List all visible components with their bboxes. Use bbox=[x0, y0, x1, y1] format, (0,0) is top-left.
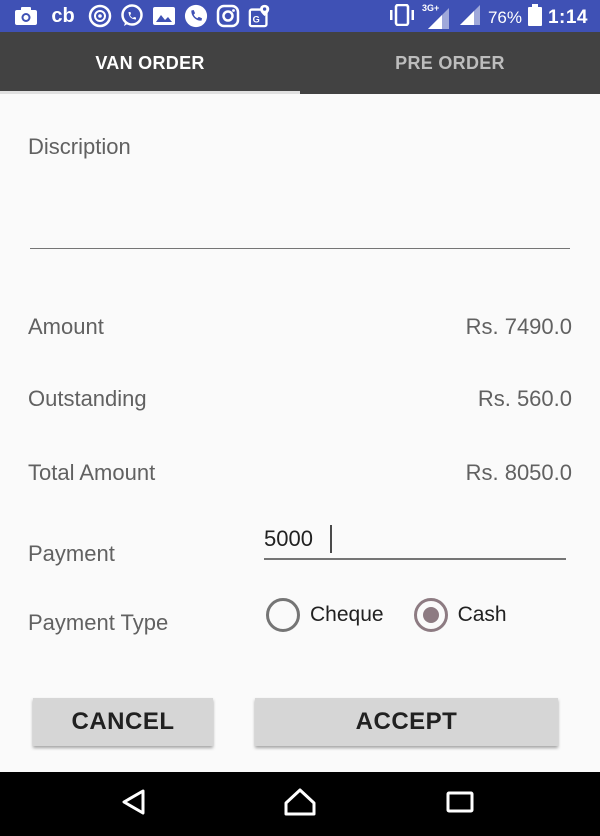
recents-button[interactable] bbox=[440, 788, 480, 820]
radio-cash-label: Cash bbox=[457, 603, 507, 626]
phone-icon bbox=[184, 4, 208, 28]
total-amount-value: Rs. 8050.0 bbox=[465, 460, 572, 485]
whatsapp-icon bbox=[120, 4, 144, 28]
navigation-bar bbox=[0, 772, 600, 836]
battery-percent: 76% bbox=[487, 7, 522, 27]
description-underline bbox=[30, 248, 570, 249]
back-button[interactable] bbox=[114, 788, 154, 820]
tab-van-order[interactable]: VAN ORDER bbox=[0, 32, 300, 94]
total-amount-label: Total Amount bbox=[28, 460, 156, 485]
tab-bar: VAN ORDER PRE ORDER bbox=[0, 32, 600, 94]
amount-value: Rs. 7490.0 bbox=[465, 314, 572, 339]
text-cursor bbox=[330, 525, 332, 553]
instagram-icon bbox=[216, 4, 240, 28]
back-icon bbox=[119, 787, 149, 822]
camera-icon bbox=[14, 4, 38, 28]
home-icon bbox=[283, 787, 317, 822]
notification-icons: cb G bbox=[14, 4, 272, 28]
gallery-icon bbox=[152, 4, 176, 28]
shareit-icon bbox=[88, 4, 112, 28]
home-button[interactable] bbox=[280, 788, 320, 820]
radio-cheque-label: Cheque bbox=[310, 603, 384, 626]
battery-icon bbox=[527, 4, 542, 31]
svg-text:G: G bbox=[253, 14, 260, 24]
description-input[interactable] bbox=[30, 170, 570, 248]
signal-icon bbox=[458, 4, 482, 31]
cancel-button[interactable]: CANCEL bbox=[33, 698, 213, 746]
clock: 1:14 bbox=[547, 6, 588, 28]
radio-cash[interactable]: Cash bbox=[413, 598, 507, 632]
radio-unchecked-icon[interactable] bbox=[266, 598, 300, 632]
signal-3g-icon: 3G+ bbox=[422, 3, 452, 30]
accept-button[interactable]: ACCEPT bbox=[255, 698, 558, 746]
cb-icon: cb bbox=[51, 4, 75, 27]
radio-checked-icon[interactable] bbox=[413, 598, 448, 632]
system-indicators: 3G+ 76% 1:14 bbox=[388, 3, 588, 31]
payment-label: Payment bbox=[28, 541, 115, 566]
maps-icon: G bbox=[248, 4, 272, 28]
payment-input[interactable] bbox=[264, 520, 566, 560]
payment-type-label: Payment Type bbox=[28, 610, 169, 635]
payment-type-radio-group: Cheque Cash bbox=[266, 598, 537, 632]
outstanding-value: Rs. 560.0 bbox=[477, 386, 572, 411]
outstanding-label: Outstanding bbox=[28, 386, 147, 411]
amount-label: Amount bbox=[28, 314, 104, 339]
tab-pre-order[interactable]: PRE ORDER bbox=[300, 32, 600, 94]
vibrate-icon bbox=[388, 3, 416, 31]
status-bar: cb G 3G+ 76% 1:14 bbox=[0, 0, 600, 32]
description-label: Discription bbox=[28, 134, 131, 159]
radio-cheque[interactable]: Cheque bbox=[266, 598, 384, 632]
recents-icon bbox=[446, 790, 474, 819]
